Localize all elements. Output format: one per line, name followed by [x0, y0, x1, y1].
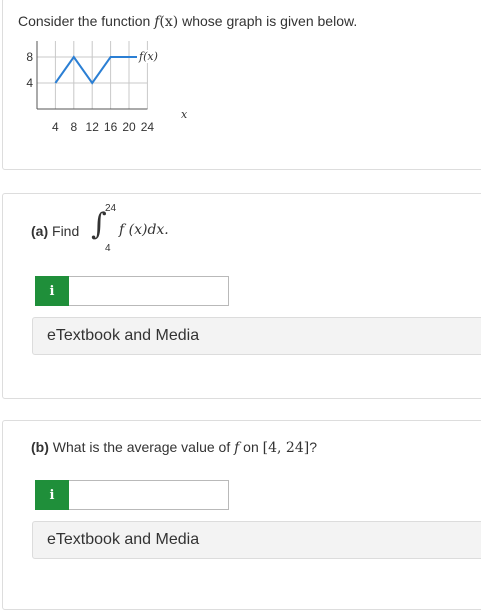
x-tick-label: 20 [122, 120, 136, 134]
part-a-etextbook-button[interactable]: eTextbook and Media [32, 317, 481, 355]
x-tick-label: 8 [70, 120, 77, 134]
part-b-etextbook-button[interactable]: eTextbook and Media [32, 521, 481, 559]
integrand-text: f (x)dx. [119, 222, 169, 238]
graph-question-card: Consider the function f(x) whose graph i… [2, 0, 481, 170]
part-b-interval: [4, 24] [262, 440, 310, 456]
x-tick-label: 24 [141, 120, 155, 134]
x-axis-label: x [181, 108, 188, 121]
part-a-answer-input[interactable] [69, 276, 229, 306]
curve-label: f(x) [138, 50, 158, 63]
part-b-prompt-mid: on [239, 439, 263, 455]
info-icon[interactable]: i [35, 480, 69, 510]
function-graph: 1284 4812162024 f(x) x [26, 41, 188, 134]
integrand: f (x)dx. [119, 222, 169, 238]
part-b-label: (b) [31, 439, 49, 455]
part-b-prompt: (b) What is the average value of f on [4… [31, 439, 317, 456]
integral-lower-limit: 4 [105, 243, 111, 254]
intro-arg: (x) [159, 14, 179, 30]
integral-expression: ∫ 24 4 f (x)dx. [51, 203, 191, 259]
x-tick-label: 4 [52, 120, 59, 134]
intro-prefix: Consider the function [18, 13, 155, 29]
graph-grid [37, 41, 148, 109]
y-tick-labels: 1284 [26, 50, 33, 90]
part-a-card: (a) Find ∫ 24 4 f (x)dx. i eTextbook and… [2, 193, 481, 399]
y-tick-label: 4 [26, 76, 33, 90]
part-b-prompt-suffix: ? [309, 439, 317, 455]
integral-upper-limit: 24 [105, 203, 117, 214]
info-icon[interactable]: i [35, 276, 69, 306]
y-tick-label: 8 [26, 50, 33, 64]
part-b-answer-input[interactable] [69, 480, 229, 510]
intro-suffix: whose graph is given below. [178, 13, 358, 29]
x-tick-label: 16 [104, 120, 118, 134]
function-curve [54, 55, 148, 85]
x-tick-labels: 4 8 12 16 20 24 [52, 120, 154, 134]
x-tick-label: 12 [86, 120, 100, 134]
question-intro: Consider the function f(x) whose graph i… [18, 13, 357, 30]
part-b-card: (b) What is the average value of f on [4… [2, 420, 481, 610]
part-b-prompt-prefix: What is the average value of [52, 439, 235, 455]
part-a-label: (a) [31, 223, 49, 239]
